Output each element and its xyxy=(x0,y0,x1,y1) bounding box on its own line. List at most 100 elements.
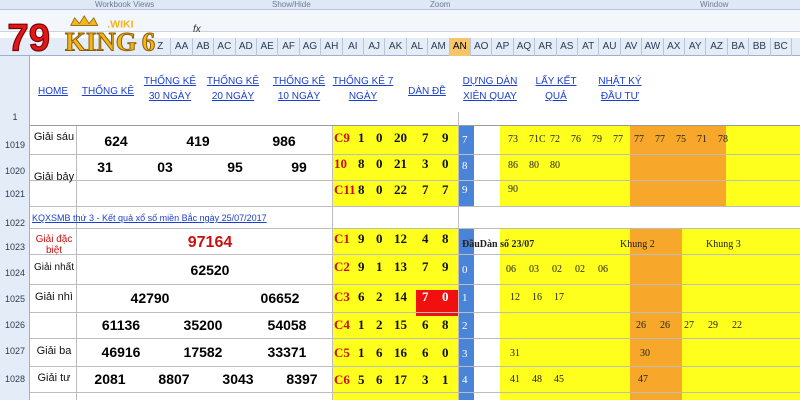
column-header-av[interactable]: AV xyxy=(621,38,643,56)
index-cell[interactable]: 3 xyxy=(462,348,468,360)
stats-value[interactable]: 1 xyxy=(442,372,449,388)
dan-number[interactable]: 77 xyxy=(613,134,623,145)
column-header-ak[interactable]: AK xyxy=(385,38,407,56)
stats-value[interactable]: 9 xyxy=(358,259,365,275)
result-cell[interactable]: 3043 xyxy=(210,371,266,387)
row-header[interactable]: 1021 xyxy=(0,189,30,199)
column-header-at[interactable]: AT xyxy=(578,38,600,56)
column-header-ax[interactable]: AX xyxy=(664,38,685,56)
stats-value[interactable]: 0 xyxy=(442,156,449,172)
stats-value[interactable]: 15 xyxy=(394,317,407,333)
stats-code[interactable]: C6 xyxy=(334,372,350,388)
dan-number[interactable]: 77 xyxy=(655,134,665,145)
stats-value[interactable]: 7 xyxy=(422,130,429,146)
stats-value[interactable]: 0 xyxy=(442,345,449,361)
result-cell[interactable]: 42790 xyxy=(110,290,190,306)
stats-value[interactable]: 14 xyxy=(394,289,407,305)
spreadsheet-grid[interactable]: HOME THỐNG KÊ THỐNG KÊ 30 NGÀY THỐNG KÊ … xyxy=(30,56,800,400)
ribbon-group-show-hide[interactable]: Show/Hide xyxy=(272,0,311,10)
result-cell[interactable]: 8397 xyxy=(274,371,330,387)
link-thong-ke[interactable]: THỐNG KÊ xyxy=(78,84,138,99)
index-cell[interactable]: 2 xyxy=(462,320,468,332)
result-cell[interactable]: 2081 xyxy=(82,371,138,387)
row-header[interactable]: 1026 xyxy=(0,320,30,330)
index-cell[interactable]: 9 xyxy=(462,184,468,196)
stats-code[interactable]: 10 xyxy=(334,156,347,172)
stats-value[interactable]: 7 xyxy=(422,182,429,198)
dan-number[interactable]: 90 xyxy=(508,184,518,195)
stats-value[interactable]: 12 xyxy=(394,231,407,247)
dan-number[interactable]: 41 xyxy=(510,374,520,385)
stats-code[interactable]: C3 xyxy=(334,289,350,305)
dan-number[interactable]: 77 xyxy=(634,134,644,145)
dan-number[interactable]: 86 xyxy=(508,160,518,171)
stats-value[interactable]: 20 xyxy=(394,130,407,146)
stats-value[interactable]: 0 xyxy=(376,156,383,172)
stats-value[interactable]: 7 xyxy=(422,289,429,305)
link-dan-de[interactable]: DÀN ĐỀ xyxy=(402,84,452,99)
result-cell[interactable]: 03 xyxy=(140,159,190,175)
column-header-ah[interactable]: AH xyxy=(321,38,343,56)
row-header[interactable]: 1019 xyxy=(0,140,30,150)
result-cell[interactable]: 8807 xyxy=(146,371,202,387)
result-cell[interactable]: 624 xyxy=(86,133,146,149)
stats-value[interactable]: 4 xyxy=(422,231,429,247)
result-cell[interactable]: 95 xyxy=(210,159,260,175)
stats-code[interactable]: C5 xyxy=(334,345,350,361)
result-cell[interactable]: 17582 xyxy=(168,344,238,360)
stats-value[interactable]: 6 xyxy=(422,317,429,333)
row-header[interactable]: 1028 xyxy=(0,374,30,384)
result-cell[interactable]: 99 xyxy=(274,159,324,175)
dan-number[interactable]: 26 xyxy=(660,320,670,331)
column-header-aw[interactable]: AW xyxy=(642,38,664,56)
dan-number[interactable]: 02 xyxy=(575,264,585,275)
dan-number[interactable]: 78 xyxy=(718,134,728,145)
dan-number[interactable]: 73 xyxy=(508,134,518,145)
index-cell[interactable]: 1 xyxy=(462,292,468,304)
row-header[interactable]: 1023 xyxy=(0,242,30,252)
result-cell[interactable]: 06652 xyxy=(240,290,320,306)
stats-code[interactable]: C1 xyxy=(334,231,350,247)
column-header-aq[interactable]: AQ xyxy=(514,38,536,56)
link-thong-ke-30[interactable]: THỐNG KÊ 30 NGÀY xyxy=(140,74,200,104)
dan-number[interactable]: 75 xyxy=(676,134,686,145)
stats-value[interactable]: 8 xyxy=(358,182,365,198)
dan-number[interactable]: 30 xyxy=(640,348,650,359)
stats-value[interactable]: 0 xyxy=(376,130,383,146)
stats-value[interactable]: 3 xyxy=(422,156,429,172)
column-header-az[interactable]: AZ xyxy=(706,38,728,56)
fx-icon[interactable]: fx xyxy=(193,24,201,35)
dan-number[interactable]: 16 xyxy=(532,292,542,303)
row-header[interactable]: 1024 xyxy=(0,268,30,278)
stats-value[interactable]: 3 xyxy=(422,372,429,388)
dan-number[interactable]: 26 xyxy=(636,320,646,331)
stats-value[interactable]: 1 xyxy=(358,130,365,146)
stats-value[interactable]: 8 xyxy=(442,317,449,333)
stats-value[interactable]: 9 xyxy=(442,130,449,146)
result-cell[interactable]: 54058 xyxy=(252,317,322,333)
link-thong-ke-20[interactable]: THỐNG KÊ 20 NGÀY xyxy=(202,74,264,104)
result-cell[interactable]: 419 xyxy=(168,133,228,149)
row-header[interactable]: 1025 xyxy=(0,294,30,304)
column-header-ao[interactable]: AO xyxy=(471,38,493,56)
dan-number[interactable]: 31 xyxy=(510,348,520,359)
column-header-ab[interactable]: AB xyxy=(193,38,215,56)
dan-number[interactable]: 71 xyxy=(697,134,707,145)
link-dung-dan[interactable]: DỰNG DÀN XIÊN QUAY xyxy=(458,74,522,104)
stats-value[interactable]: 8 xyxy=(442,231,449,247)
stats-value[interactable]: 16 xyxy=(394,345,407,361)
column-header-bc[interactable]: BC xyxy=(771,38,792,56)
dan-number[interactable]: 71C xyxy=(529,134,546,145)
column-header-au[interactable]: AU xyxy=(599,38,621,56)
kqxsmb-title-link[interactable]: KQXSMB thứ 3 - Kết quả xổ số miền Bắc ng… xyxy=(32,213,332,224)
stats-value[interactable]: 17 xyxy=(394,372,407,388)
result-cell[interactable]: 35200 xyxy=(168,317,238,333)
dan-number[interactable]: 06 xyxy=(506,264,516,275)
ribbon-group-workbook-views[interactable]: Workbook Views xyxy=(95,0,154,10)
stats-value[interactable]: 1 xyxy=(358,317,365,333)
stats-value[interactable]: 13 xyxy=(394,259,407,275)
column-header-ba[interactable]: BA xyxy=(728,38,750,56)
column-header-aa[interactable]: AA xyxy=(171,38,193,56)
stats-value[interactable]: 0 xyxy=(442,289,449,305)
result-cell[interactable]: 31 xyxy=(80,159,130,175)
